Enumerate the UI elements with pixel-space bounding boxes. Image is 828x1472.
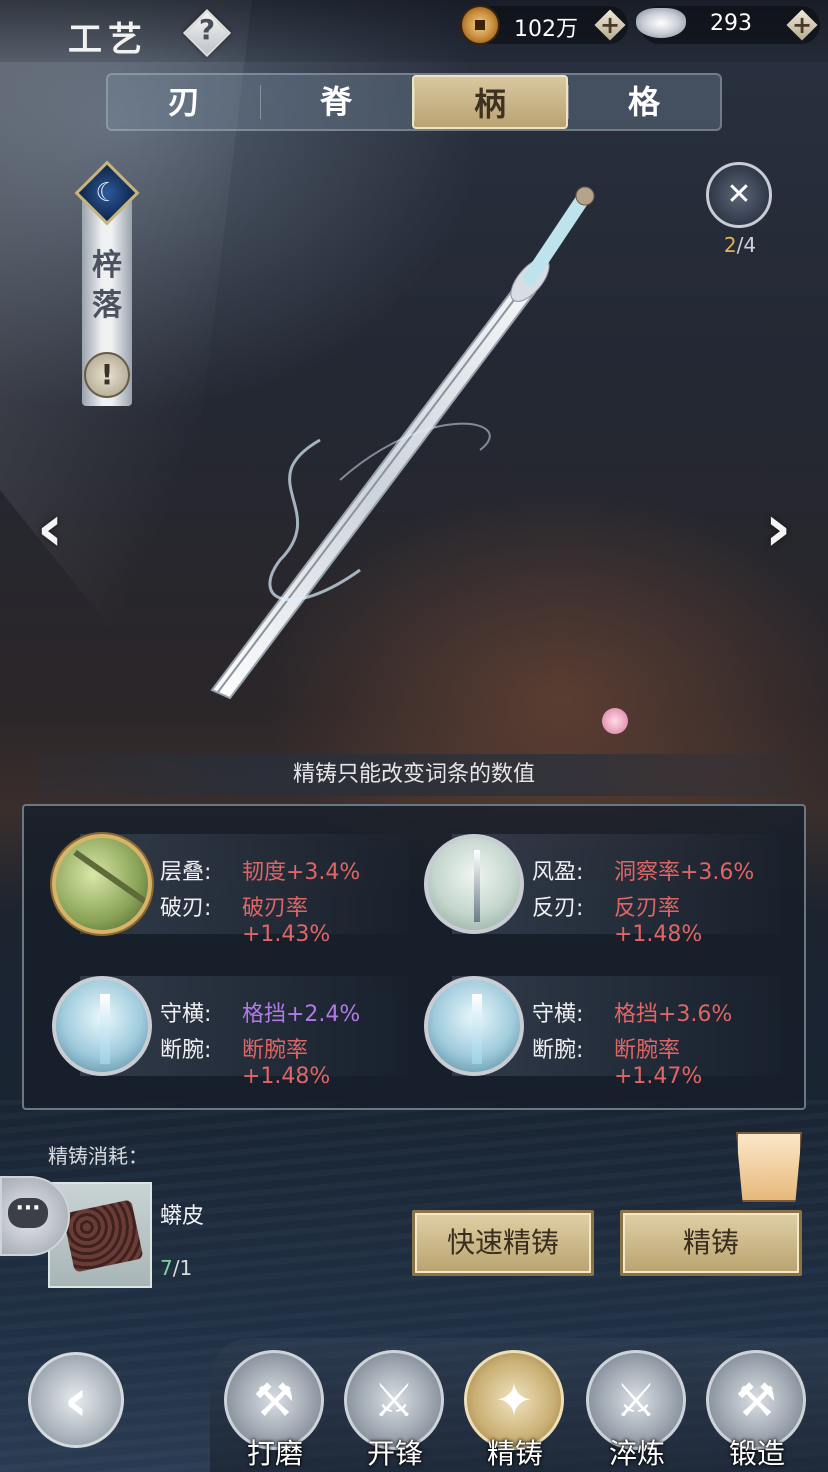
silver-value: 293 bbox=[710, 11, 752, 36]
feather-stat-icon bbox=[424, 834, 524, 934]
material-count: 7/1 bbox=[160, 1256, 192, 1280]
stat-key: 层叠: bbox=[160, 860, 212, 885]
nav-label: 锻造 bbox=[728, 1437, 785, 1470]
tab-blade[interactable]: 刃 bbox=[108, 75, 260, 129]
material-name: 蟒皮 bbox=[160, 1204, 205, 1229]
stat-key: 反刃: bbox=[532, 896, 584, 921]
stat-card[interactable]: 风盈: 洞察率+3.6% 反刃: 反刃率+1.48% bbox=[402, 834, 782, 947]
sword-illustration bbox=[210, 186, 595, 700]
part-tabs: 刃 脊 柄 格 bbox=[106, 73, 722, 131]
nav-label: 开锋 bbox=[366, 1437, 423, 1470]
top-bar: 工艺 ? 102万 + 293 + bbox=[0, 0, 828, 62]
stat-value: 韧度+3.4% bbox=[242, 860, 361, 885]
slot-total: 4 bbox=[743, 233, 757, 257]
python-skin-icon bbox=[62, 1199, 144, 1273]
add-coins-button[interactable]: + bbox=[594, 9, 626, 41]
moon-icon: ☾ bbox=[95, 178, 119, 208]
nav-sharpen[interactable]: ⚔ 开锋 bbox=[344, 1350, 446, 1470]
material-need: 1 bbox=[179, 1256, 193, 1280]
nav-refine[interactable]: ✦ 精铸 bbox=[464, 1350, 566, 1470]
slot-count: 2/4 bbox=[700, 233, 780, 257]
ice-blade-stat-icon bbox=[424, 976, 524, 1076]
plus-icon: + bbox=[599, 11, 621, 39]
back-arrow-icon: ‹ bbox=[64, 1366, 88, 1434]
bamboo-stat-icon bbox=[52, 834, 152, 934]
weapon-info-button[interactable]: ! bbox=[84, 352, 130, 398]
nav-quench[interactable]: ⚔ 淬炼 bbox=[586, 1350, 688, 1470]
prev-weapon-arrow[interactable]: ‹ bbox=[30, 494, 70, 564]
stat-value: 断腕率+1.48% bbox=[242, 1038, 331, 1089]
coin-value: 102万 bbox=[514, 17, 578, 42]
nav-label: 打磨 bbox=[246, 1437, 303, 1470]
nav-grind[interactable]: ⚒ 打磨 bbox=[224, 1350, 326, 1470]
nav-forge[interactable]: ⚒ 锻造 bbox=[706, 1350, 808, 1470]
stat-value: 洞察率+3.6% bbox=[614, 860, 755, 885]
refine-button[interactable]: 精铸 bbox=[620, 1210, 802, 1276]
stat-key: 风盈: bbox=[532, 860, 584, 885]
coin-counter: 102万 + bbox=[460, 5, 628, 45]
stat-card[interactable]: 守横: 格挡+3.6% 断腕: 断腕率+1.47% bbox=[402, 976, 782, 1089]
floating-lantern bbox=[602, 708, 628, 734]
weapon-name: 梓落 bbox=[80, 246, 134, 326]
chat-icon: ··· bbox=[8, 1198, 48, 1228]
stat-key: 守横: bbox=[532, 1002, 584, 1027]
nav-label: 淬炼 bbox=[608, 1437, 665, 1470]
page-title: 工艺 bbox=[68, 20, 148, 60]
stat-key: 断腕: bbox=[532, 1038, 584, 1063]
weapon-name-char: 梓落 bbox=[92, 248, 122, 323]
nav-label: 精铸 bbox=[486, 1437, 543, 1470]
alert-icon: ! bbox=[100, 358, 114, 391]
stat-key: 断腕: bbox=[160, 1038, 212, 1063]
stat-value: 格挡+2.4% bbox=[242, 1002, 361, 1027]
stat-card[interactable]: 守横: 格挡+2.4% 断腕: 断腕率+1.48% bbox=[30, 976, 410, 1089]
stat-value: 破刃率+1.43% bbox=[242, 896, 331, 947]
ice-blade-stat-icon bbox=[52, 976, 152, 1076]
crossed-swords-icon: ✕ bbox=[726, 177, 752, 212]
add-silver-button[interactable]: + bbox=[786, 9, 818, 41]
coin-icon bbox=[460, 5, 500, 45]
refine-hint: 精铸只能改变词条的数值 bbox=[38, 754, 790, 796]
weapon-name-scroll: ☾ 梓落 ! bbox=[74, 160, 140, 410]
stat-key: 破刃: bbox=[160, 896, 212, 921]
material-have: 7 bbox=[160, 1256, 173, 1280]
back-button[interactable]: ‹ bbox=[28, 1352, 124, 1448]
help-icon: ? bbox=[198, 13, 216, 46]
tab-spine[interactable]: 脊 bbox=[260, 75, 412, 129]
quick-refine-button[interactable]: 快速精铸 bbox=[412, 1210, 594, 1276]
cost-label: 精铸消耗： bbox=[48, 1144, 148, 1168]
silver-icon bbox=[636, 8, 686, 38]
tab-hilt[interactable]: 柄 bbox=[412, 75, 568, 129]
next-weapon-arrow[interactable]: › bbox=[758, 494, 798, 564]
plus-icon: + bbox=[791, 11, 813, 39]
tab-guard[interactable]: 格 bbox=[568, 75, 720, 129]
stat-value: 反刃率+1.48% bbox=[614, 896, 703, 947]
slot-current: 2 bbox=[723, 233, 737, 257]
stat-key: 守横: bbox=[160, 1002, 212, 1027]
stat-value: 格挡+3.6% bbox=[614, 1002, 733, 1027]
stat-value: 断腕率+1.47% bbox=[614, 1038, 703, 1089]
help-button[interactable]: ? bbox=[182, 8, 232, 58]
lantern-decoration bbox=[736, 1132, 802, 1202]
stat-card[interactable]: 层叠: 韧度+3.4% 破刃: 破刃率+1.43% bbox=[30, 834, 410, 947]
silver-counter: 293 + bbox=[636, 6, 820, 44]
refine-slot-badge[interactable]: ✕ bbox=[706, 162, 772, 228]
